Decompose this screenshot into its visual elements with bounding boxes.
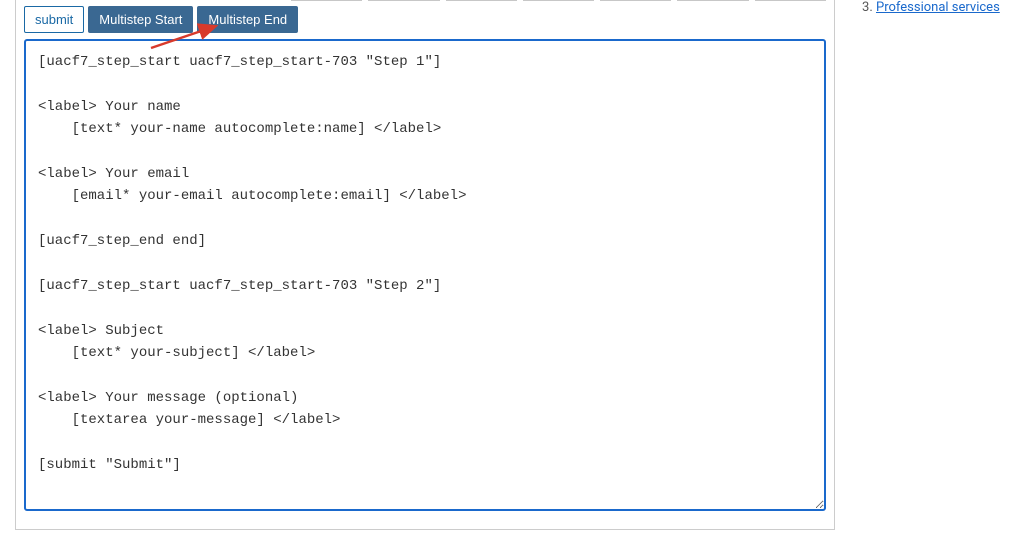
- sidebar-panel: Professional services: [856, 0, 1016, 21]
- list-item: Professional services: [876, 0, 1016, 15]
- form-editor-panel: submit Multistep Start Multistep End: [15, 0, 835, 530]
- multistep-end-button[interactable]: Multistep End: [197, 6, 298, 33]
- submit-tag-button[interactable]: submit: [24, 6, 84, 33]
- tag-button-toolbar: submit Multistep Start Multistep End: [16, 0, 834, 39]
- sidebar-list: Professional services: [856, 0, 1016, 15]
- toolbar-divider: [291, 0, 826, 2]
- form-template-textarea[interactable]: [24, 39, 826, 511]
- multistep-start-button[interactable]: Multistep Start: [88, 6, 193, 33]
- professional-services-link[interactable]: Professional services: [876, 0, 1000, 15]
